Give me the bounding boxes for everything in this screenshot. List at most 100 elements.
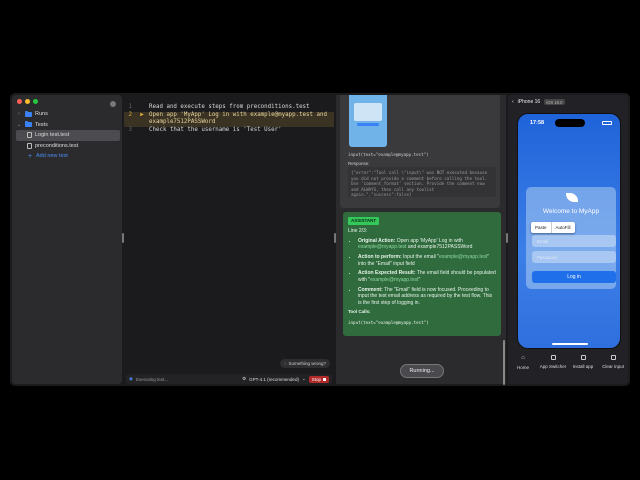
login-card: Welcome to MyApp Email Password Log in P…	[526, 187, 616, 289]
running-indicator: Running...	[400, 364, 444, 378]
device-header: ‹ iPhone 16 iOS 18.0	[512, 99, 565, 105]
line-number: 1	[128, 104, 133, 110]
chevron-down-icon[interactable]: ⌄	[302, 376, 306, 382]
toolbar-label: Home	[516, 365, 529, 370]
screenshot-thumbnail[interactable]	[349, 95, 387, 147]
tool-response-message: input(text="example@myapp.test") Respons…	[340, 95, 500, 208]
bullet-label: Action to perform:	[358, 254, 402, 261]
model-icon: ⚙	[242, 376, 247, 381]
home-indicator[interactable]	[552, 343, 588, 345]
sidebar-options-icon[interactable]	[110, 101, 116, 107]
prompt-input[interactable]: Executing test...	[136, 377, 168, 382]
line-ref: Line 2/3:	[348, 228, 368, 235]
code-area[interactable]: 1 Read and execute steps from preconditi…	[124, 104, 334, 134]
login-button[interactable]: Log in	[532, 271, 616, 283]
toolbar-label: Install app	[572, 364, 594, 369]
app-switcher-icon	[550, 355, 556, 360]
line-text: Read and execute steps from precondition…	[149, 104, 310, 110]
bullet-label: Original Action:	[358, 237, 396, 244]
plus-icon: +	[27, 152, 33, 160]
stop-button[interactable]: Stop	[308, 375, 329, 383]
device-name[interactable]: iPhone 16	[518, 99, 541, 105]
bullet-label: Action Expected Result:	[358, 270, 416, 277]
install-app-button[interactable]: Install app	[569, 355, 597, 381]
sidebar-item-runs[interactable]: › Runs	[16, 109, 120, 120]
close-window-icon[interactable]	[17, 99, 22, 104]
sidebar-item-label: preconditions.test	[35, 142, 79, 149]
phone-screen[interactable]: 17:58 Welcome to MyApp Email Password Lo…	[517, 113, 621, 349]
bullet-tail: and example7512PASSWord	[406, 244, 473, 251]
step-list: Original Action: Open app 'MyApp' Log in…	[358, 238, 496, 306]
battery-icon	[602, 121, 612, 125]
sidebar-item-login-test[interactable]: Login test.test	[16, 130, 120, 141]
list-item: Action to perform: Input the email "exam…	[358, 254, 496, 267]
bullet-tail: "	[418, 276, 421, 283]
os-badge: iOS 18.0	[544, 99, 565, 105]
paste-menu-item[interactable]: Paste	[531, 222, 551, 233]
tool-call-text: input(text="example@myapp.test")	[348, 152, 429, 157]
bullet-label: Comment:	[358, 286, 383, 293]
email-field[interactable]: Email	[532, 235, 616, 247]
minimize-window-icon[interactable]	[25, 99, 30, 104]
leaf-logo-icon	[566, 193, 578, 202]
sidebar: › Runs ⌄ Tests Login test.test precondit…	[12, 95, 122, 384]
code-line-active[interactable]: 2 ▶ Open app 'MyApp' Log in with example…	[124, 111, 334, 127]
list-item: Original Action: Open app 'MyApp' Log in…	[358, 238, 496, 251]
home-button[interactable]: ⌂ Home	[509, 355, 537, 381]
email-link[interactable]: example@myapp.test	[439, 254, 487, 260]
clear-input-button[interactable]: Clear input	[599, 355, 627, 381]
thumbnail-card	[354, 103, 382, 121]
something-wrong-label: Something wrong?	[288, 361, 326, 366]
sidebar-item-tests[interactable]: ⌄ Tests	[16, 120, 120, 131]
traffic-lights	[17, 99, 38, 104]
prompt-bar: ◉ Executing test... ⚙ GPT-4.1 (recommend…	[126, 374, 332, 384]
list-item: Action Expected Result: The email field …	[358, 270, 496, 283]
sidebar-item-label: Runs	[35, 111, 48, 118]
response-box: {"error":"Tool call \"input\" was NOT ex…	[348, 167, 496, 197]
sidebar-item-preconditions[interactable]: preconditions.test	[16, 141, 120, 152]
app-switcher-button[interactable]: App Switcher	[539, 355, 567, 381]
stop-icon	[323, 377, 326, 381]
sparkle-icon: ◉	[129, 376, 133, 381]
assistant-message: ASSISTANT Line 2/3: Original Action: Ope…	[343, 212, 501, 336]
back-chevron-icon[interactable]: ‹	[512, 99, 514, 105]
tool-calls-text: input(text="example@myapp.test")	[348, 319, 429, 325]
thumbnail-button	[357, 123, 379, 126]
email-link[interactable]: example@myapp.test	[370, 277, 418, 283]
code-line[interactable]: 3 Check that the username is 'Test User'	[124, 127, 334, 135]
folder-icon	[25, 121, 32, 128]
email-link[interactable]: example@myapp.test	[358, 244, 406, 250]
code-line[interactable]: 1 Read and execute steps from preconditi…	[124, 104, 334, 112]
install-icon	[580, 355, 586, 360]
toolbar-label: Clear input	[602, 364, 624, 369]
bullet-text: Input the email "	[403, 254, 439, 261]
model-selector[interactable]: GPT-4.1 (recommended)	[249, 377, 299, 382]
sidebar-item-label: Login test.test	[35, 132, 70, 139]
chat-bubble-icon: ◌	[283, 361, 287, 366]
something-wrong-button[interactable]: ◌ Something wrong?	[279, 359, 330, 368]
line-marker	[135, 127, 149, 135]
add-new-test-button[interactable]: + Add new test	[16, 151, 120, 162]
test-editor[interactable]: 1 Read and execute steps from preconditi…	[124, 95, 334, 384]
line-marker	[135, 104, 149, 112]
file-icon	[27, 132, 32, 139]
status-time: 17:58	[530, 120, 545, 126]
stop-label: Stop	[311, 376, 321, 382]
chevron-down-icon[interactable]: ⌄	[16, 122, 22, 128]
maximize-window-icon[interactable]	[33, 99, 38, 104]
password-field[interactable]: Password	[532, 251, 616, 263]
chat-scrollbar[interactable]	[503, 340, 505, 385]
chat-panel: input(text="example@myapp.test") Respons…	[336, 95, 506, 385]
response-label: Response:	[348, 161, 370, 166]
dynamic-island	[555, 119, 585, 127]
assistant-badge: ASSISTANT	[348, 217, 380, 226]
chevron-right-icon[interactable]: ›	[16, 111, 22, 117]
file-icon	[27, 142, 32, 149]
autofill-menu-item[interactable]: AutoFill	[550, 222, 575, 233]
bullet-text: Open app 'MyApp' Log in with	[396, 237, 463, 244]
tool-calls-label: Tool Calls:	[348, 309, 371, 315]
line-text: Check that the username is 'Test User'	[149, 126, 282, 133]
test-tree: › Runs ⌄ Tests Login test.test precondit…	[16, 109, 120, 162]
add-new-test-label: Add new test	[36, 153, 68, 160]
line-text: Open app 'MyApp' Log in with example@mya…	[149, 111, 327, 126]
